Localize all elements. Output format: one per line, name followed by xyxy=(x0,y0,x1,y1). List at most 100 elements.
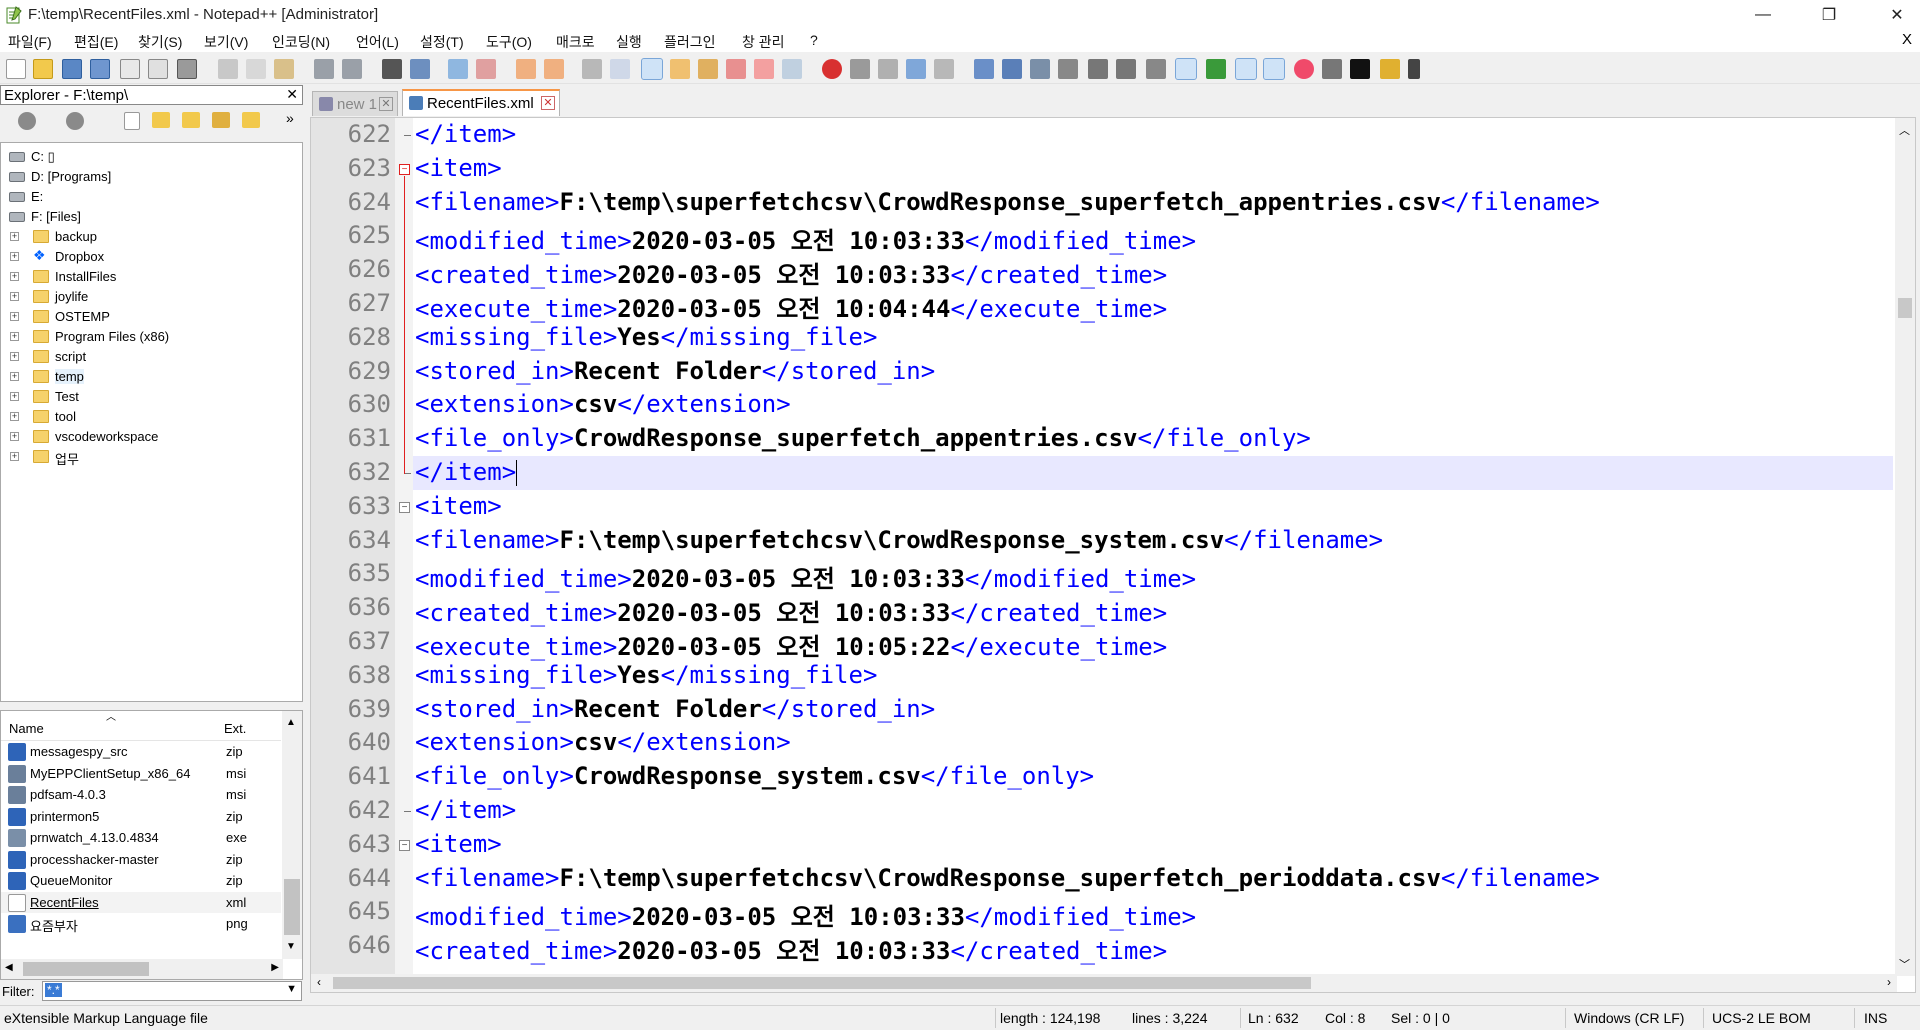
file-list-row[interactable]: pdfsam-4.0.3 msi xyxy=(1,784,281,805)
menu-window[interactable]: 창 관리 xyxy=(742,32,785,52)
tree-item-d-programs[interactable]: D: [Programs] xyxy=(1,167,301,187)
menu-view[interactable]: 보기(V) xyxy=(204,32,248,52)
menu-help[interactable]: ? xyxy=(810,32,818,48)
spell-check-icon[interactable] xyxy=(1235,58,1257,80)
move-up-icon[interactable] xyxy=(1088,59,1108,79)
italic-h-icon[interactable] xyxy=(1322,59,1342,79)
folder-workspace-icon[interactable] xyxy=(754,59,774,79)
plugin-icon-1[interactable] xyxy=(974,59,994,79)
expand-icon[interactable]: + xyxy=(10,452,19,461)
expand-icon[interactable]: + xyxy=(10,412,19,421)
expand-icon[interactable]: + xyxy=(10,272,19,281)
show-all-chars-icon[interactable] xyxy=(610,59,630,79)
new-folder-icon[interactable] xyxy=(152,112,170,128)
file-list-vscroll-thumb[interactable] xyxy=(284,879,300,935)
udl-icon[interactable] xyxy=(670,59,690,79)
tree-item-test[interactable]: + Test xyxy=(1,387,301,407)
more-tools-chevron-icon[interactable]: » xyxy=(286,110,294,126)
zoom-in-icon[interactable] xyxy=(448,59,468,79)
tree-item-f-files[interactable]: F: [Files] xyxy=(1,207,301,227)
heart-icon[interactable] xyxy=(1294,59,1314,79)
column-ext-header[interactable]: Ext. xyxy=(224,721,246,736)
editor-hscroll[interactable]: ‹ › xyxy=(311,974,1897,992)
expand-icon[interactable]: + xyxy=(10,372,19,381)
file-list-vscroll[interactable]: ▲ ▼ xyxy=(282,711,302,959)
undo-icon[interactable] xyxy=(314,59,334,79)
close-icon[interactable] xyxy=(120,59,140,79)
plugin-icon-2[interactable] xyxy=(1002,59,1022,79)
file-list-row[interactable]: 요즘부자 png xyxy=(1,913,281,934)
column-name-header[interactable]: Name xyxy=(9,721,44,736)
file-list-row[interactable]: RecentFiles xml xyxy=(1,891,281,913)
plugin-icon-10[interactable] xyxy=(1380,59,1400,79)
plugin-icon-7[interactable] xyxy=(1206,59,1226,79)
tree-item-backup[interactable]: + backup xyxy=(1,227,301,247)
menu-search[interactable]: 찾기(S) xyxy=(138,32,182,52)
expand-icon[interactable]: + xyxy=(10,232,19,241)
scroll-up-icon[interactable]: ▲ xyxy=(286,717,296,728)
status-eol[interactable]: Windows (CR LF) xyxy=(1574,1010,1684,1026)
tree-item-ostemp[interactable]: + OSTEMP xyxy=(1,307,301,327)
code-editor[interactable]: 622 623 624 625 626 627 628 629 630 631 632 633 634 6… xyxy=(310,117,1916,993)
filter-combobox[interactable]: *.* ▼ xyxy=(42,981,302,1001)
editor-vscroll[interactable]: ︿ ﹀ xyxy=(1895,118,1915,976)
user-folder-icon[interactable] xyxy=(212,112,230,128)
fold-toggle-icon[interactable]: − xyxy=(399,839,410,851)
expand-icon[interactable]: + xyxy=(10,332,19,341)
zoom-out-icon[interactable] xyxy=(476,59,496,79)
tree-item-script[interactable]: + script xyxy=(1,347,301,367)
refresh-folder-icon[interactable] xyxy=(242,112,260,128)
scroll-down-icon[interactable]: ▼ xyxy=(286,941,296,952)
tree-item-temp[interactable]: + temp xyxy=(1,367,301,387)
status-sel[interactable]: Sel : 0 | 0 xyxy=(1391,1010,1450,1026)
new-file-icon[interactable] xyxy=(6,59,26,79)
menu-macro[interactable]: 매크로 xyxy=(556,32,595,52)
expand-icon[interactable]: + xyxy=(10,292,19,301)
find-icon[interactable] xyxy=(382,59,402,79)
expand-icon[interactable]: + xyxy=(10,432,19,441)
copy-icon[interactable] xyxy=(246,59,266,79)
plugin-icon-8[interactable] xyxy=(1263,58,1285,80)
menu-edit[interactable]: 편집(E) xyxy=(74,32,118,52)
open-file-icon[interactable] xyxy=(33,59,53,79)
function-list-icon[interactable] xyxy=(726,59,746,79)
menu-settings[interactable]: 설정(T) xyxy=(420,32,464,52)
save-macro-icon[interactable] xyxy=(934,59,954,79)
close-tab-icon[interactable]: ✕ xyxy=(541,96,555,110)
indent-guide-icon[interactable] xyxy=(641,58,663,80)
forward-icon[interactable] xyxy=(66,112,84,130)
tree-item-installfiles[interactable]: + InstallFiles xyxy=(1,267,301,287)
file-list-row[interactable]: QueueMonitor zip xyxy=(1,870,281,891)
word-wrap-icon[interactable] xyxy=(582,59,602,79)
editor-hscroll-thumb[interactable] xyxy=(333,977,1311,989)
file-list-hscroll[interactable]: ◀ ▶ xyxy=(1,959,283,979)
paste-icon[interactable] xyxy=(274,59,294,79)
file-list-row[interactable]: prnwatch_4.13.0.4834 exe xyxy=(1,827,281,848)
scroll-up-icon[interactable]: ︿ xyxy=(1899,122,1910,138)
menu-tools[interactable]: 도구(O) xyxy=(486,32,532,52)
plugin-icon-5[interactable] xyxy=(1146,59,1166,79)
run-macro-multiple-icon[interactable] xyxy=(906,59,926,79)
plugin-icon-4[interactable] xyxy=(1058,59,1078,79)
plugin-icon-9[interactable] xyxy=(1350,59,1370,79)
sync-horizontal-icon[interactable] xyxy=(544,59,564,79)
menu-encoding[interactable]: 인코딩(N) xyxy=(272,32,330,52)
minimize-button[interactable]: — xyxy=(1740,0,1786,30)
status-encoding[interactable]: UCS-2 LE BOM xyxy=(1712,1010,1811,1026)
plugin-icon-3[interactable] xyxy=(1030,59,1050,79)
tab-recentfiles-xml[interactable]: RecentFiles.xml ✕ xyxy=(402,89,560,116)
tree-item-vscodeworkspace[interactable]: + vscodeworkspace xyxy=(1,427,301,447)
maximize-button[interactable]: ❐ xyxy=(1806,0,1852,30)
file-list-hscroll-thumb[interactable] xyxy=(23,962,149,976)
tree-item-dropbox[interactable]: + ❖ Dropbox xyxy=(1,247,301,267)
tree-item-joylife[interactable]: + joylife xyxy=(1,287,301,307)
play-macro-icon[interactable] xyxy=(878,59,898,79)
close-all-icon[interactable] xyxy=(148,59,168,79)
file-list-row[interactable]: printermon5 zip xyxy=(1,806,281,827)
open-folder-icon[interactable] xyxy=(182,112,200,128)
explorer-close-button[interactable]: ✕ xyxy=(286,86,298,103)
status-line[interactable]: Ln : 632 xyxy=(1248,1010,1299,1026)
close-window-button[interactable]: ✕ xyxy=(1874,0,1920,30)
back-icon[interactable] xyxy=(18,112,36,130)
new-file-icon-explorer[interactable] xyxy=(124,112,140,130)
